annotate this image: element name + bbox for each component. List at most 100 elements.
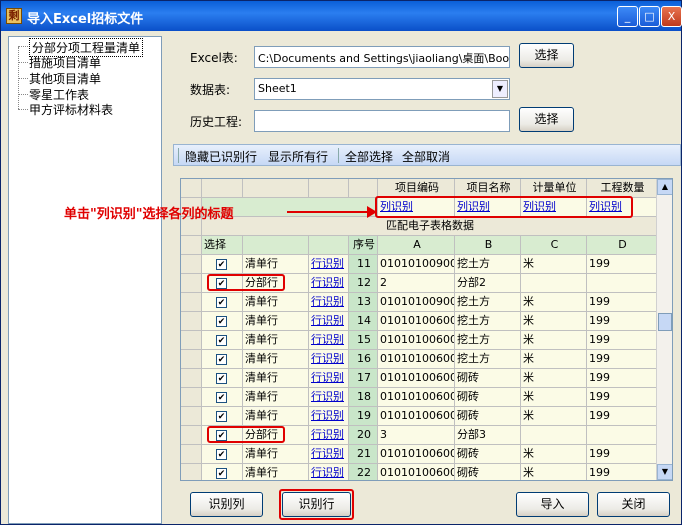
select-all-button[interactable]: 全部选择 [345,148,393,165]
row-type-cell: 清单行 [243,350,309,369]
tree-item-other[interactable]: 其他项目清单 [29,70,101,87]
row-type-cell: 清单行 [243,331,309,350]
row-checkbox[interactable]: ✔ [216,353,227,365]
scroll-thumb[interactable] [658,313,672,331]
row-identify-link[interactable]: 行识别 [309,388,349,407]
row-a-cell: 010101006001 [378,407,455,426]
row-select-cell[interactable]: ✔ [202,464,243,480]
row-d-cell [587,274,657,293]
row-checkbox[interactable]: ✔ [216,258,227,270]
sheet-select[interactable]: Sheet1 ▼ [254,78,510,100]
row-identify-link[interactable]: 行识别 [309,293,349,312]
col-header-no: 序号 [349,236,378,255]
row-identify-link[interactable]: 行识别 [309,312,349,331]
row-header-cell [181,464,202,480]
row-no-cell: 16 [349,350,378,369]
row-checkbox[interactable]: ✔ [216,410,227,422]
scroll-up-icon[interactable]: ▲ [657,179,672,195]
sheet-value: Sheet1 [258,82,297,95]
row-identify-link[interactable]: 行识别 [309,407,349,426]
row-b-cell: 分部2 [455,274,521,293]
row-header-cell [181,331,202,350]
show-all-rows-button[interactable]: 显示所有行 [268,148,328,165]
row-identify-link[interactable]: 行识别 [309,274,349,293]
row-checkbox[interactable]: ✔ [216,296,227,308]
row-select-cell[interactable]: ✔ [202,388,243,407]
row-identify-link[interactable]: 行识别 [309,426,349,445]
row-select-cell[interactable]: ✔ [202,293,243,312]
row-header-cell [181,369,202,388]
row-c-cell: 米 [521,331,587,350]
row-type-cell: 清单行 [243,312,309,331]
row-select-cell[interactable]: ✔ [202,445,243,464]
row-checkbox[interactable]: ✔ [216,467,227,479]
row-identify-link[interactable]: 行识别 [309,369,349,388]
import-button[interactable]: 导入 [516,492,589,517]
row-checkbox[interactable]: ✔ [216,334,227,346]
row-d-cell: 199 [587,407,657,426]
row-type-cell: 清单行 [243,255,309,274]
grid-toolbar: 隐藏已识别行 显示所有行 全部选择 全部取消 [173,144,681,166]
tree-item-materials[interactable]: 甲方评标材料表 [29,101,113,118]
row-c-cell [521,426,587,445]
row-header-cell [181,350,202,369]
excel-path-field[interactable]: C:\Documents and Settings\jiaoliang\桌面\B… [254,46,510,68]
row-checkbox[interactable]: ✔ [216,315,227,327]
row-c-cell: 米 [521,369,587,388]
row-no-cell: 12 [349,274,378,293]
identify-columns-button[interactable]: 识别列 [190,492,263,517]
row-b-cell: 挖土方 [455,350,521,369]
row-a-cell: 010101009001 [378,255,455,274]
history-label: 历史工程: [190,115,243,129]
minimize-button[interactable]: _ [617,6,638,27]
history-field[interactable] [254,110,510,132]
row-a-cell: 010101006001 [378,369,455,388]
app-icon: 剩 [6,8,22,24]
row-no-cell: 20 [349,426,378,445]
import-window: 剩 导入Excel招标文件 _ □ X 分部分项工程量清单 措施项目清单 其他项… [0,0,682,525]
row-select-cell[interactable]: ✔ [202,350,243,369]
row-checkbox[interactable]: ✔ [216,391,227,403]
row-type-cell: 清单行 [243,388,309,407]
annotation-arrow [287,211,375,213]
row-no-cell: 17 [349,369,378,388]
hide-identified-button[interactable]: 隐藏已识别行 [185,148,257,165]
close-button[interactable]: 关闭 [597,492,670,517]
row-identify-link[interactable]: 行识别 [309,331,349,350]
row-a-cell: 010101006001 [378,388,455,407]
match-label: 匹配电子表格数据 [202,217,657,236]
row-d-cell: 199 [587,312,657,331]
row-c-cell: 米 [521,312,587,331]
row-checkbox[interactable]: ✔ [216,372,227,384]
row-type-cell: 清单行 [243,293,309,312]
row-c-cell: 米 [521,464,587,480]
row-checkbox[interactable]: ✔ [216,448,227,460]
scroll-down-icon[interactable]: ▼ [657,464,672,480]
close-window-button[interactable]: X [661,6,682,27]
row-identify-link[interactable]: 行识别 [309,464,349,480]
row-identify-link[interactable]: 行识别 [309,445,349,464]
row-type-cell: 清单行 [243,464,309,480]
select-excel-button[interactable]: 选择 [519,43,574,68]
row-select-cell[interactable]: ✔ [202,369,243,388]
tree-item-measures[interactable]: 措施项目清单 [29,54,101,71]
row-select-cell[interactable]: ✔ [202,331,243,350]
row-select-cell[interactable]: ✔ [202,312,243,331]
row-no-cell: 11 [349,255,378,274]
grid-scrollbar[interactable]: ▲ ▼ [656,179,672,480]
row-d-cell [587,426,657,445]
row-select-cell[interactable]: ✔ [202,407,243,426]
title-bar: 剩 导入Excel招标文件 _ □ X [1,1,682,31]
chevron-down-icon[interactable]: ▼ [492,80,508,98]
deselect-all-button[interactable]: 全部取消 [402,148,450,165]
row-identify-link[interactable]: 行识别 [309,255,349,274]
sheet-label: 数据表: [190,83,231,97]
select-history-button[interactable]: 选择 [519,107,574,132]
maximize-button[interactable]: □ [639,6,660,27]
row-select-cell[interactable]: ✔ [202,255,243,274]
row-a-cell: 010101006001 [378,331,455,350]
row-c-cell: 米 [521,350,587,369]
row-no-cell: 13 [349,293,378,312]
row-a-cell: 010101006001 [378,445,455,464]
row-identify-link[interactable]: 行识别 [309,350,349,369]
